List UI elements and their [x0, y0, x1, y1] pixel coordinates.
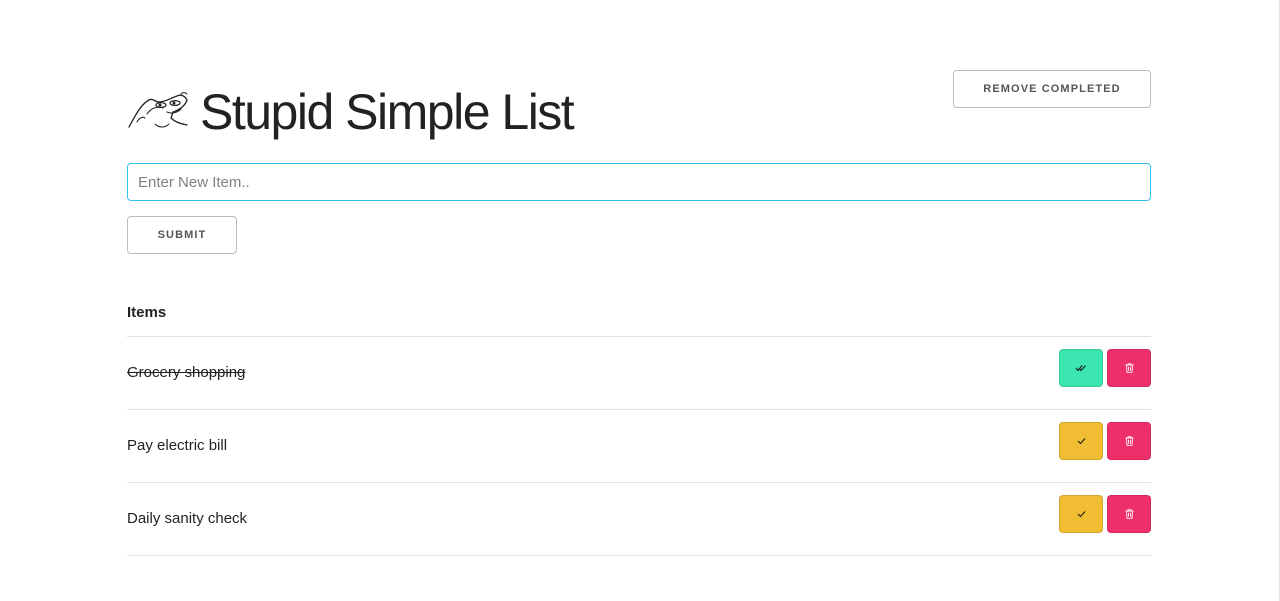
trash-icon [1125, 363, 1133, 373]
item-actions [1059, 349, 1151, 387]
items-header: Items [127, 288, 1151, 337]
main-container: Stupid Simple List Remove Completed Subm… [127, 0, 1151, 556]
header: Stupid Simple List Remove Completed [127, 0, 1151, 150]
page-title: Stupid Simple List [200, 84, 575, 140]
delete-button[interactable] [1107, 495, 1151, 533]
mark-complete-button[interactable] [1059, 495, 1103, 533]
trash-icon [1125, 509, 1133, 519]
list-item: Daily sanity check [127, 483, 1151, 556]
trash-icon [1125, 436, 1133, 446]
delete-button[interactable] [1107, 349, 1151, 387]
items-table: Items Grocery shopping Pay electric bill… [127, 288, 1151, 556]
double-check-icon [1075, 365, 1086, 372]
mark-incomplete-button[interactable] [1059, 349, 1103, 387]
item-label: Pay electric bill [127, 437, 228, 454]
delete-button[interactable] [1107, 422, 1151, 460]
mark-complete-button[interactable] [1059, 422, 1103, 460]
item-actions [1059, 422, 1151, 460]
remove-completed-button[interactable]: Remove Completed [953, 70, 1151, 108]
new-item-input[interactable] [127, 163, 1151, 201]
list-item: Pay electric bill [127, 410, 1151, 483]
item-label: Grocery shopping [127, 364, 246, 381]
check-icon [1077, 438, 1085, 445]
check-icon [1077, 511, 1085, 518]
submit-button[interactable]: Submit [127, 216, 237, 254]
list-item: Grocery shopping [127, 337, 1151, 410]
item-label: Daily sanity check [127, 510, 248, 527]
page: Stupid Simple List Remove Completed Subm… [0, 0, 1280, 601]
item-actions [1059, 495, 1151, 533]
frog-face-icon [128, 92, 188, 128]
